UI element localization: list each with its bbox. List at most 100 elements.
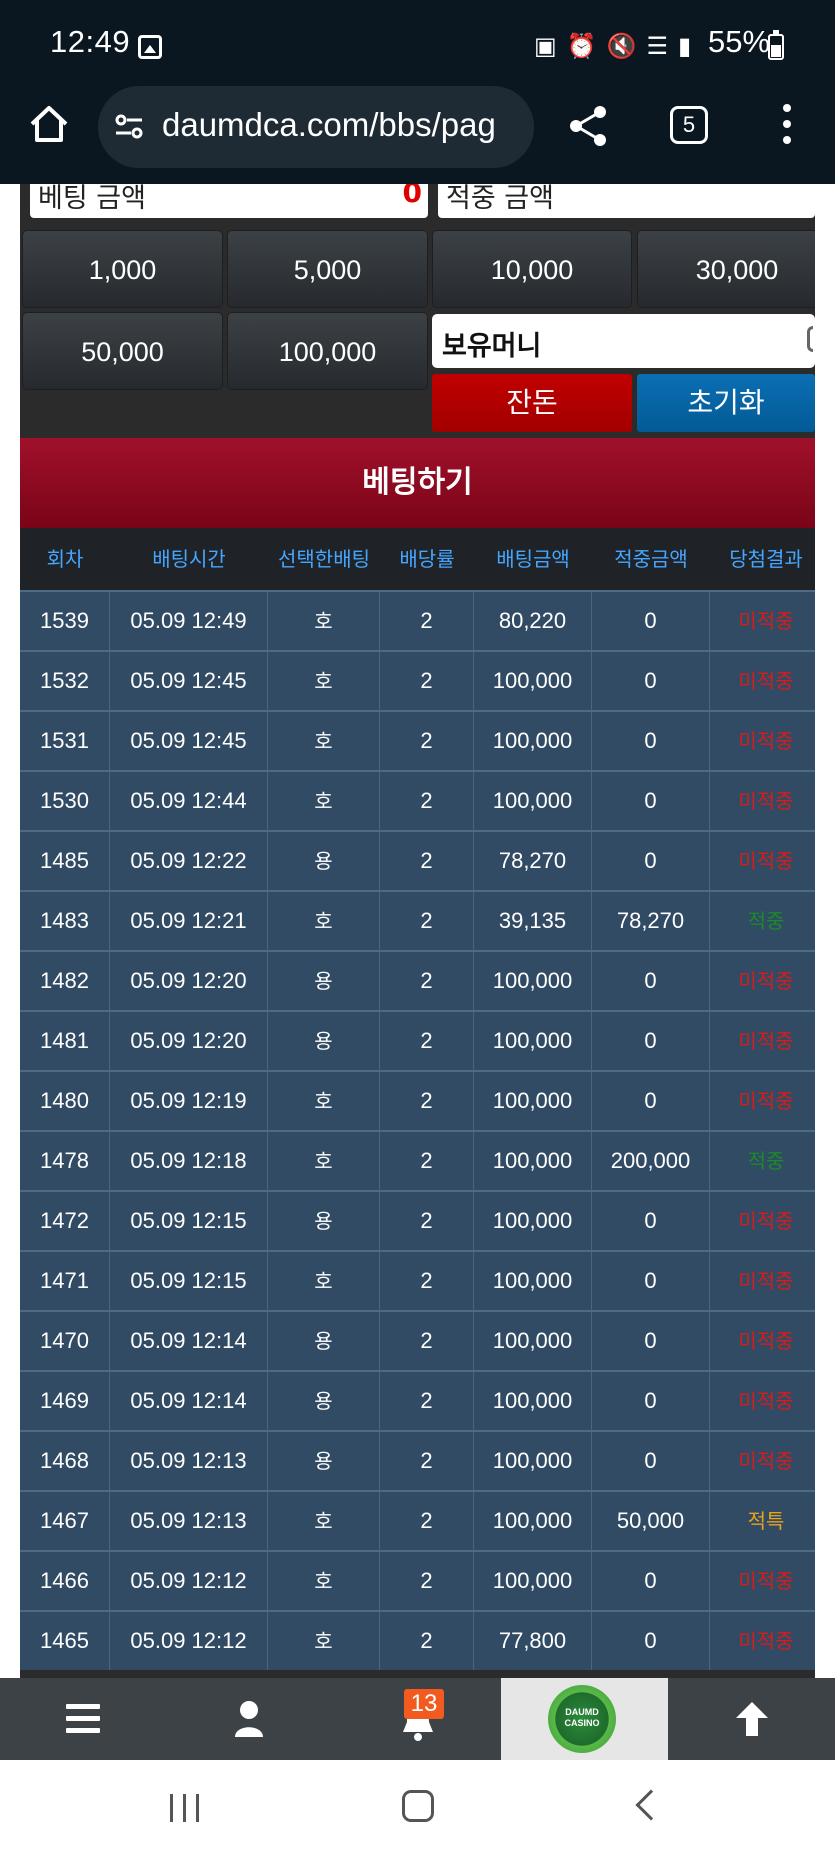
cell-time: 05.09 12:18 xyxy=(110,1132,268,1190)
bet-amount-label: 베팅 금액 xyxy=(38,184,146,214)
cell-bet-amount: 100,000 xyxy=(474,1252,592,1310)
cell-odds: 2 xyxy=(380,952,474,1010)
url-text: daumdca.com/bbs/pag xyxy=(162,106,496,143)
cell-result: 미적중 xyxy=(738,1569,794,1593)
cell-round: 1480 xyxy=(20,1072,110,1130)
cell-round: 1467 xyxy=(20,1492,110,1550)
casino-logo-nav[interactable]: DAUMD CASINO xyxy=(501,1678,668,1760)
casino-logo: DAUMD CASINO xyxy=(548,1685,616,1753)
cell-round: 1485 xyxy=(20,832,110,890)
table-row: 1468 05.09 12:13 용 2 100,000 0 미적중 xyxy=(20,1430,815,1490)
cell-bet-amount: 100,000 xyxy=(474,652,592,710)
cell-win-amount: 78,270 xyxy=(592,892,710,950)
system-navigation xyxy=(0,1760,835,1856)
cell-bet-amount: 80,220 xyxy=(474,592,592,650)
cell-time: 05.09 12:20 xyxy=(110,952,268,1010)
cell-result: 미적중 xyxy=(738,1329,794,1353)
status-icons: ▣ ⏰ 🔇 ☰ ▮ xyxy=(534,28,691,64)
table-row: 1478 05.09 12:18 호 2 100,000 200,000 적중 xyxy=(20,1130,815,1190)
chip-1000-button[interactable]: 1,000 xyxy=(22,230,223,308)
table-row: 1485 05.09 12:22 용 2 78,270 0 미적중 xyxy=(20,830,815,890)
cell-pick: 호 xyxy=(268,1252,380,1310)
cell-round: 1530 xyxy=(20,772,110,830)
cell-win-amount: 0 xyxy=(592,1072,710,1130)
change-button[interactable]: 잔돈 xyxy=(432,374,632,432)
header-pick: 선택한배팅 xyxy=(278,547,370,571)
cell-round: 1469 xyxy=(20,1372,110,1430)
place-bet-button[interactable]: 베팅하기 xyxy=(20,438,815,528)
cell-pick: 용 xyxy=(268,1432,380,1490)
cell-time: 05.09 12:12 xyxy=(110,1552,268,1610)
betting-panel: 베팅 금액 0 적중 금액 1,000 5,000 10,000 30,000 … xyxy=(20,184,815,1678)
cell-round: 1482 xyxy=(20,952,110,1010)
cell-round: 1465 xyxy=(20,1612,110,1670)
cell-bet-amount: 100,000 xyxy=(474,1492,592,1550)
menu-nav[interactable] xyxy=(0,1678,167,1760)
notification-badge: 13 xyxy=(404,1689,444,1719)
cell-bet-amount: 100,000 xyxy=(474,772,592,830)
cell-odds: 2 xyxy=(380,1012,474,1070)
cell-odds: 2 xyxy=(380,1132,474,1190)
table-row: 1482 05.09 12:20 용 2 100,000 0 미적중 xyxy=(20,950,815,1010)
reset-button[interactable]: 초기화 xyxy=(637,374,815,432)
cell-win-amount: 0 xyxy=(592,772,710,830)
recent-apps-icon[interactable] xyxy=(170,1794,200,1822)
table-row: 1472 05.09 12:15 용 2 100,000 0 미적중 xyxy=(20,1190,815,1250)
chip-30000-button[interactable]: 30,000 xyxy=(637,230,815,308)
table-row: 1471 05.09 12:15 호 2 100,000 0 미적중 xyxy=(20,1250,815,1310)
cell-pick: 용 xyxy=(268,1012,380,1070)
battery-icon xyxy=(768,30,784,60)
cell-odds: 2 xyxy=(380,1372,474,1430)
more-menu-icon[interactable] xyxy=(782,104,792,148)
cell-result: 미적중 xyxy=(738,789,794,813)
cell-pick: 용 xyxy=(268,1192,380,1250)
hamburger-icon xyxy=(66,1704,100,1734)
cell-win-amount: 0 xyxy=(592,1192,710,1250)
status-bar: 12:49 ▣ ⏰ 🔇 ☰ ▮ 55% xyxy=(0,0,835,80)
cell-win-amount: 0 xyxy=(592,952,710,1010)
address-bar[interactable]: daumdca.com/bbs/pag xyxy=(98,86,534,168)
table-header: 회차 배팅시간 선택한배팅 배당률 배팅금액 적중금액 당첨결과 xyxy=(20,528,815,590)
home-icon[interactable] xyxy=(28,103,70,145)
chip-5000-button[interactable]: 5,000 xyxy=(227,230,428,308)
cell-pick: 용 xyxy=(268,1372,380,1430)
image-icon xyxy=(138,35,162,59)
cell-win-amount: 0 xyxy=(592,652,710,710)
header-bet-amount: 배팅금액 xyxy=(496,547,570,571)
battery-percent: 55% xyxy=(708,24,771,59)
cell-round: 1470 xyxy=(20,1312,110,1370)
cell-pick: 호 xyxy=(268,1612,380,1670)
cell-result: 미적중 xyxy=(738,1269,794,1293)
cell-result: 미적중 xyxy=(738,1449,794,1473)
cell-result: 적중 xyxy=(747,1149,785,1173)
tabs-button[interactable]: 5 xyxy=(670,106,708,144)
chip-100000-button[interactable]: 100,000 xyxy=(227,312,428,390)
table-body: 1539 05.09 12:49 호 2 80,220 0 미적중 1532 05.09 12:… xyxy=(20,590,815,1670)
chip-50000-button[interactable]: 50,000 xyxy=(22,312,223,390)
cell-win-amount: 0 xyxy=(592,1372,710,1430)
web-page: 베팅 금액 0 적중 금액 1,000 5,000 10,000 30,000 … xyxy=(0,184,835,1678)
win-amount-field[interactable]: 적중 금액 xyxy=(438,184,815,218)
scroll-top-nav[interactable] xyxy=(668,1678,835,1760)
arrow-up-icon xyxy=(736,1702,768,1736)
cell-time: 05.09 12:12 xyxy=(110,1612,268,1670)
chip-10000-button[interactable]: 10,000 xyxy=(432,230,632,308)
user-icon xyxy=(235,1701,263,1737)
site-settings-icon[interactable] xyxy=(114,114,144,140)
system-home-icon[interactable] xyxy=(402,1790,434,1822)
cell-pick: 호 xyxy=(268,772,380,830)
cell-bet-amount: 100,000 xyxy=(474,952,592,1010)
share-icon[interactable] xyxy=(566,104,610,148)
header-time: 배팅시간 xyxy=(152,547,226,571)
cell-time: 05.09 12:19 xyxy=(110,1072,268,1130)
profile-nav[interactable] xyxy=(167,1678,334,1760)
table-row: 1466 05.09 12:12 호 2 100,000 0 미적중 xyxy=(20,1550,815,1610)
refresh-icon[interactable] xyxy=(807,326,813,352)
cell-odds: 2 xyxy=(380,772,474,830)
cell-time: 05.09 12:15 xyxy=(110,1252,268,1310)
cell-time: 05.09 12:13 xyxy=(110,1492,268,1550)
back-icon[interactable] xyxy=(635,1789,667,1821)
cell-bet-amount: 100,000 xyxy=(474,1132,592,1190)
bet-amount-field[interactable]: 베팅 금액 0 xyxy=(30,184,428,218)
cell-time: 05.09 12:14 xyxy=(110,1312,268,1370)
